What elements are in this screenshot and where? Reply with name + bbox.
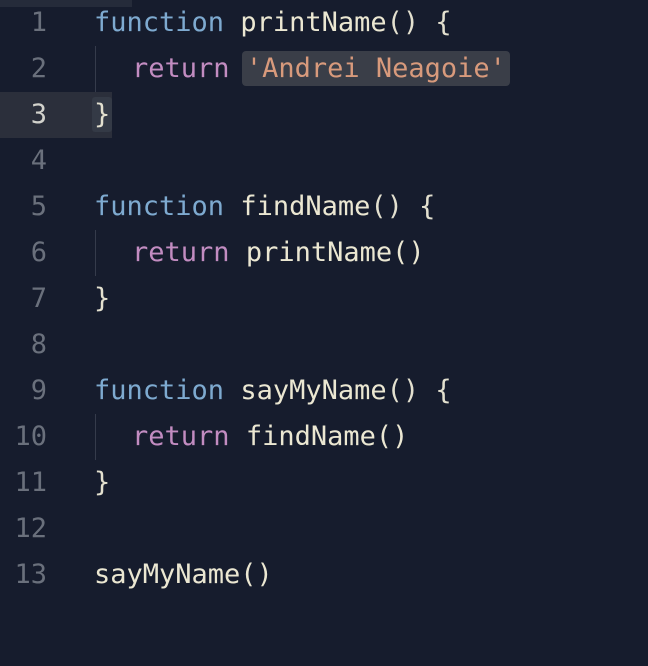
line-number: 5	[30, 191, 47, 222]
line-number: 1	[30, 7, 47, 38]
code-line-4[interactable]: 4	[0, 138, 648, 184]
code-line-11[interactable]: 11 }	[0, 460, 648, 506]
code-content[interactable]: }	[94, 282, 110, 316]
code-punctuation: () {	[386, 375, 452, 406]
keyword-return: return	[132, 53, 230, 84]
code-line-10[interactable]: 10 return findName()	[0, 414, 648, 460]
code-line-2[interactable]: 2 return 'Andrei Neagoie'	[0, 46, 648, 92]
line-number: 11	[14, 467, 47, 498]
line-number: 3	[30, 99, 47, 130]
indent-guide	[95, 230, 96, 276]
line-number: 4	[30, 145, 47, 176]
code-content[interactable]: return printName()	[132, 236, 425, 270]
closing-brace-highlighted: }	[92, 97, 113, 132]
indent-guide	[95, 414, 96, 460]
code-line-13[interactable]: 13 sayMyName()	[0, 552, 648, 598]
code-content[interactable]: }	[94, 466, 110, 500]
keyword-return: return	[132, 421, 230, 452]
code-content[interactable]: function findName() {	[94, 190, 435, 224]
code-content[interactable]: }	[92, 97, 113, 132]
string-literal-highlighted: 'Andrei Neagoie'	[241, 51, 510, 86]
function-name: printName	[240, 7, 387, 38]
code-line-9[interactable]: 9 function sayMyName() {	[0, 368, 648, 414]
code-line-6[interactable]: 6 return printName()	[0, 230, 648, 276]
code-content[interactable]: sayMyName()	[94, 558, 273, 592]
code-line-1[interactable]: 1 function printName() {	[0, 0, 648, 46]
function-name: sayMyName	[240, 375, 387, 406]
indent-guide	[95, 46, 96, 92]
keyword-function: function	[94, 375, 225, 406]
function-call: findName()	[245, 421, 409, 452]
keyword-function: function	[94, 7, 225, 38]
line-number: 7	[30, 283, 47, 314]
keyword-function: function	[94, 191, 225, 222]
keyword-return: return	[132, 237, 230, 268]
closing-brace: }	[94, 467, 111, 498]
code-line-7[interactable]: 7 }	[0, 276, 648, 322]
code-editor[interactable]: 1 function printName() { 2 return 'Andre…	[0, 0, 648, 666]
code-content[interactable]: return 'Andrei Neagoie'	[132, 51, 510, 86]
function-call: sayMyName()	[94, 559, 273, 590]
code-punctuation: () {	[370, 191, 436, 222]
line-number: 13	[14, 559, 47, 590]
closing-brace: }	[94, 283, 111, 314]
line-number: 6	[30, 237, 47, 268]
line-number: 8	[30, 329, 47, 360]
code-line-5[interactable]: 5 function findName() {	[0, 184, 648, 230]
code-content[interactable]: function printName() {	[94, 6, 452, 40]
code-punctuation: () {	[386, 7, 452, 38]
code-content[interactable]: function sayMyName() {	[94, 374, 452, 408]
code-line-12[interactable]: 12	[0, 506, 648, 552]
line-number: 9	[30, 375, 47, 406]
line-number: 10	[14, 421, 47, 452]
code-content[interactable]: return findName()	[132, 420, 408, 454]
function-name: findName	[240, 191, 371, 222]
line-number: 12	[14, 513, 47, 544]
code-line-3[interactable]: 3 }	[0, 92, 648, 138]
function-call: printName()	[245, 237, 425, 268]
code-line-8[interactable]: 8	[0, 322, 648, 368]
line-number: 2	[30, 53, 47, 84]
